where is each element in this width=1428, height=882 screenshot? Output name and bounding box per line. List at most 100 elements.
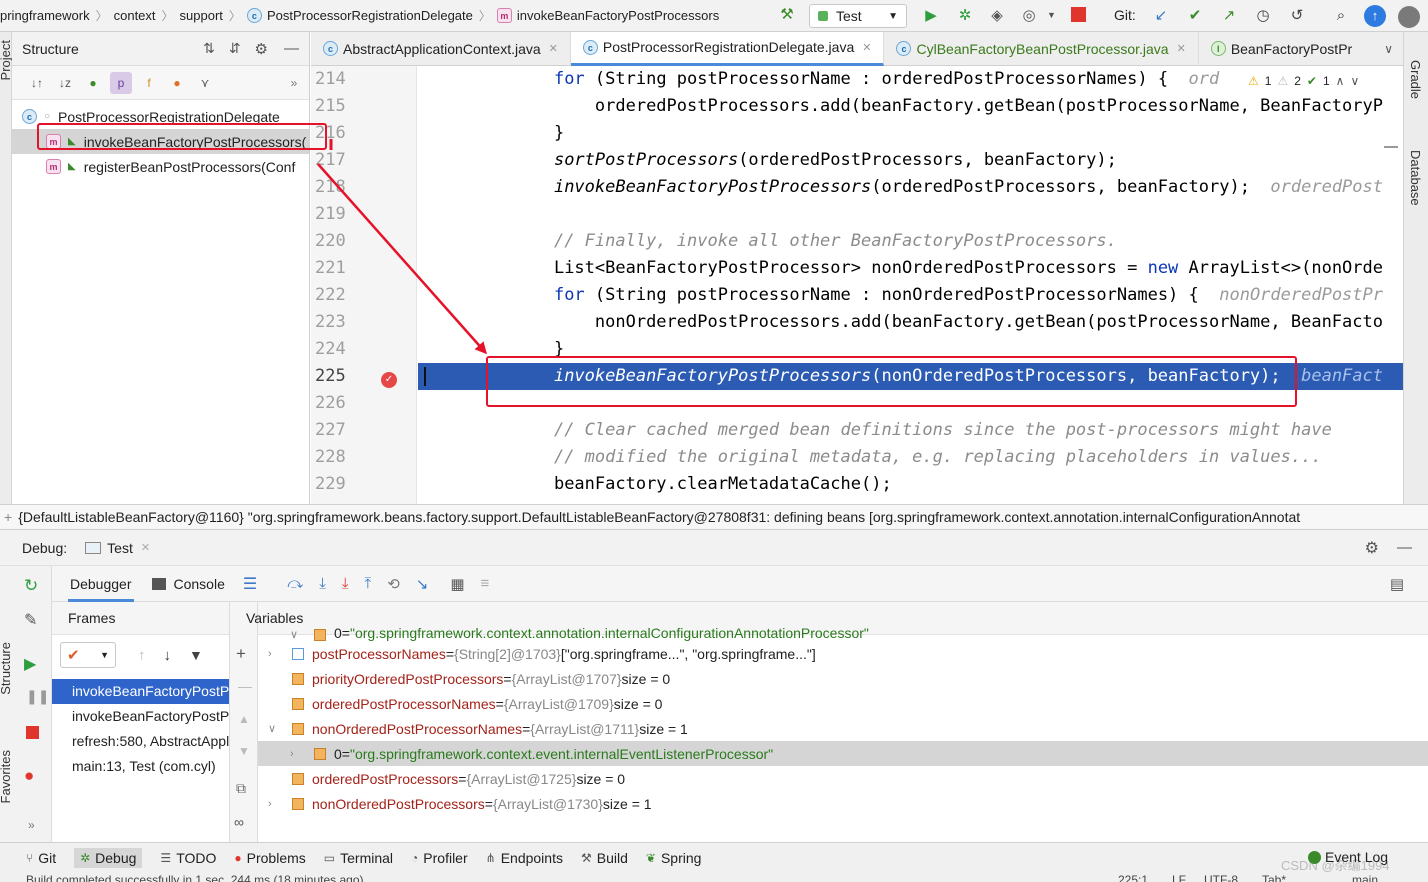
hammer-build-icon[interactable]: ⚒ bbox=[774, 3, 800, 27]
avatar[interactable] bbox=[1398, 6, 1420, 28]
event-log-button[interactable]: Event Log bbox=[1308, 849, 1388, 865]
plus-icon[interactable]: + bbox=[236, 644, 246, 664]
close-icon[interactable]: ✕ bbox=[862, 41, 871, 54]
show-fields-icon[interactable]: f bbox=[138, 72, 160, 94]
rollback-icon[interactable]: ↺ bbox=[1284, 4, 1310, 28]
show-properties-icon[interactable]: p bbox=[110, 71, 132, 94]
show-non-public-icon[interactable]: ● bbox=[166, 72, 188, 94]
caret-position[interactable]: 225:1 bbox=[1118, 872, 1148, 882]
variable-row[interactable]: orderedPostProcessors = {ArrayList@1725}… bbox=[258, 766, 1428, 791]
favorites-tool-tab[interactable]: Favorites bbox=[0, 750, 13, 803]
structure-tool-tab[interactable]: Structure bbox=[0, 642, 13, 695]
stack-frame[interactable]: invokeBeanFactoryPostProcessors bbox=[52, 704, 229, 729]
chevron-down-icon[interactable]: ▼ bbox=[1047, 10, 1056, 20]
git-commit-icon[interactable]: ✔ bbox=[1182, 4, 1208, 28]
close-icon[interactable]: ✕ bbox=[549, 42, 558, 55]
breakpoint-icon[interactable]: ✓ bbox=[381, 372, 397, 388]
chevron-down-icon[interactable]: ∨ bbox=[1384, 42, 1393, 56]
breadcrumb-item[interactable]: c PostProcessorRegistrationDelegate bbox=[246, 8, 473, 23]
tab-abstract-application-context[interactable]: c AbstractApplicationContext.java ✕ bbox=[311, 31, 571, 66]
session-tab[interactable]: Test bbox=[107, 540, 133, 556]
step-into-icon[interactable]: ⤓ bbox=[319, 575, 326, 592]
layout-icon[interactable]: ☰ bbox=[243, 574, 257, 594]
history-icon[interactable]: ◷ bbox=[1250, 4, 1276, 28]
tab-bean-factory-post-processor[interactable]: I BeanFactoryPostPr bbox=[1199, 32, 1364, 66]
minus-icon[interactable]: — bbox=[238, 678, 252, 694]
tool-build-button[interactable]: ⚒ Build bbox=[581, 850, 628, 866]
arrow-down-icon[interactable]: ↓ bbox=[164, 647, 172, 664]
git-update-icon[interactable]: ↙ bbox=[1148, 4, 1174, 28]
variable-row[interactable]: › postProcessorNames = {String[2]@1703} [… bbox=[258, 641, 1428, 666]
wrench-icon[interactable]: ✎ bbox=[24, 610, 37, 630]
debug-bug-icon[interactable]: ✲ bbox=[952, 4, 978, 28]
tool-profiler-button[interactable]: ◔ Profiler bbox=[411, 850, 468, 866]
restore-layout-icon[interactable]: ▤ bbox=[1390, 575, 1404, 593]
force-step-into-icon[interactable]: ⤓ bbox=[342, 575, 349, 592]
tool-terminal-button[interactable]: ▭ Terminal bbox=[324, 850, 393, 866]
hide-icon[interactable]: — bbox=[1397, 539, 1412, 556]
tab-console[interactable]: Console bbox=[174, 576, 225, 592]
chevron-right-icon[interactable]: › bbox=[268, 798, 282, 810]
file-encoding[interactable]: UTF-8 bbox=[1204, 872, 1238, 882]
expand-all-icon[interactable]: ⇅ bbox=[203, 40, 215, 57]
tab-post-processor-registration-delegate[interactable]: c PostProcessorRegistrationDelegate.java… bbox=[570, 31, 885, 66]
stop-icon[interactable] bbox=[1071, 7, 1086, 22]
step-out-icon[interactable]: ⤒ bbox=[365, 575, 372, 592]
chevron-down-icon[interactable]: ∨ bbox=[268, 722, 282, 735]
indent-setting[interactable]: Tab* bbox=[1262, 872, 1286, 882]
gear-icon[interactable]: ⚙ bbox=[1365, 538, 1379, 558]
stop-icon[interactable] bbox=[26, 726, 39, 739]
breadcrumb-item[interactable]: context bbox=[114, 8, 156, 23]
stack-frame[interactable]: main:13, Test (com.cyl) bbox=[52, 754, 229, 779]
plus-icon[interactable]: + bbox=[4, 509, 12, 525]
run-icon[interactable]: ▶ bbox=[918, 4, 944, 28]
sort-visibility-icon[interactable]: ↓↑ bbox=[26, 72, 48, 94]
chevron-right-icon[interactable]: › bbox=[290, 748, 304, 760]
code-editor[interactable]: for (String postProcessorName : orderedP… bbox=[418, 66, 1403, 504]
tool-problems-button[interactable]: ● Problems bbox=[234, 850, 305, 866]
tab-cyl-bean-factory-bean-post-processor[interactable]: c CylBeanFactoryBeanPostProcessor.java ✕ bbox=[884, 31, 1199, 66]
breadcrumb-item[interactable]: m invokeBeanFactoryPostProcessors bbox=[496, 8, 719, 23]
rerun-icon[interactable]: ↻ bbox=[24, 576, 38, 596]
watches-glasses-icon[interactable]: ∞ bbox=[234, 814, 244, 830]
step-over-icon[interactable]: ⤼ bbox=[287, 575, 303, 592]
variable-row[interactable]: priorityOrderedPostProcessors = {ArrayLi… bbox=[258, 666, 1428, 691]
hide-icon[interactable]: — bbox=[284, 40, 299, 57]
tool-git-button[interactable]: ⑂ Git bbox=[26, 850, 56, 866]
stack-frame[interactable]: invokeBeanFactoryPostProcessors bbox=[52, 679, 229, 704]
copy-icon[interactable]: ⧉ bbox=[236, 780, 246, 797]
collapse-all-icon[interactable]: ⇵ bbox=[229, 40, 241, 57]
line-separator[interactable]: LF bbox=[1172, 872, 1186, 882]
move-down-icon[interactable]: ▼ bbox=[238, 744, 250, 758]
close-icon[interactable]: ✕ bbox=[141, 541, 150, 554]
inspection-widget[interactable]: ⚠ 1 ⚠ 2 ✔ 1 ∧ ∨ bbox=[1244, 74, 1360, 88]
tool-todo-button[interactable]: ☰ TODO bbox=[160, 850, 216, 866]
git-push-icon[interactable]: ↗ bbox=[1216, 4, 1242, 28]
filter-icon[interactable]: ▼ bbox=[189, 647, 203, 663]
chevron-down-icon[interactable]: ∨ bbox=[1350, 74, 1359, 88]
gradle-tool-tab[interactable]: Gradle bbox=[1408, 60, 1423, 99]
breadcrumb-item[interactable]: pringframework bbox=[0, 8, 90, 23]
view-breakpoints-icon[interactable]: ● bbox=[24, 766, 34, 786]
variable-row[interactable]: ∨ nonOrderedPostProcessorNames = {ArrayLi… bbox=[258, 716, 1428, 741]
move-up-icon[interactable]: ▲ bbox=[238, 712, 250, 726]
variable-row[interactable]: ∨ 0 = "org.springframework.context.annota… bbox=[258, 627, 1428, 641]
chevron-down-icon[interactable]: ∨ bbox=[290, 628, 304, 641]
git-branch[interactable]: main bbox=[1352, 872, 1378, 882]
profile-icon[interactable]: ◎ bbox=[1016, 4, 1042, 28]
run-to-cursor-icon[interactable]: ↘ bbox=[416, 575, 429, 593]
coverage-icon[interactable]: ◈ bbox=[984, 4, 1010, 28]
variable-row[interactable]: › 0 = "org.springframework.context.event.… bbox=[258, 741, 1428, 766]
more-icon[interactable]: » bbox=[283, 72, 305, 94]
drop-frame-icon[interactable]: ⟲ bbox=[387, 575, 400, 593]
tool-spring-button[interactable]: ❦ Spring bbox=[646, 850, 702, 866]
pause-icon[interactable]: ❚❚ bbox=[26, 688, 49, 705]
tab-debugger[interactable]: Debugger bbox=[68, 566, 134, 602]
more-icon[interactable]: » bbox=[28, 818, 35, 832]
gear-icon[interactable]: ⚙ bbox=[255, 40, 268, 58]
show-lambdas-icon[interactable]: ⋎ bbox=[194, 72, 216, 94]
close-icon[interactable]: ✕ bbox=[1177, 42, 1186, 55]
thread-select[interactable]: ✔ ▼ bbox=[60, 642, 116, 668]
variable-row[interactable]: orderedPostProcessorNames = {ArrayList@1… bbox=[258, 691, 1428, 716]
stack-frame[interactable]: refresh:580, AbstractApplicationContext bbox=[52, 729, 229, 754]
